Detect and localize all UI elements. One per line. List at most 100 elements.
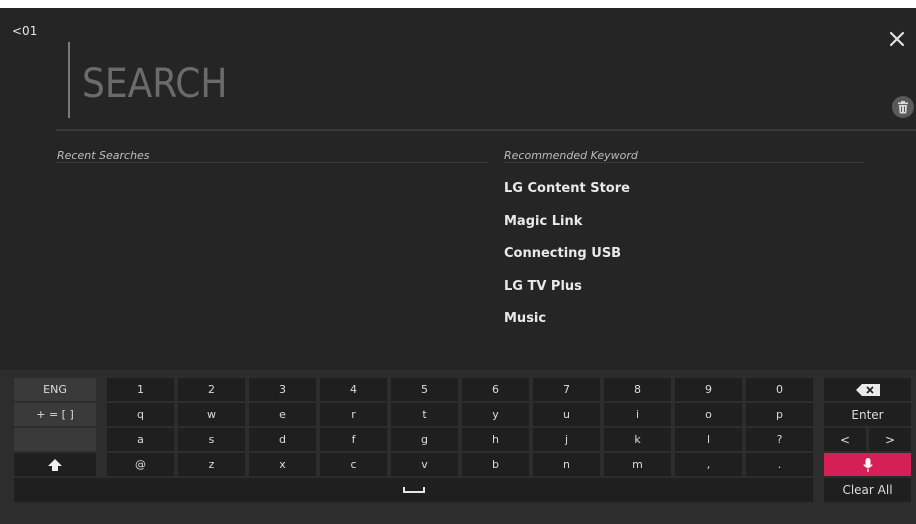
search-input[interactable] (80, 60, 584, 108)
key-o[interactable]: o (675, 403, 742, 426)
key-label: a (137, 433, 144, 446)
key-label: , (706, 458, 711, 471)
key-label: l (706, 433, 711, 446)
key-0[interactable]: 0 (746, 378, 813, 401)
key-8[interactable]: 8 (604, 378, 671, 401)
left-arrow-label: < (839, 432, 851, 447)
backspace-key[interactable] (824, 378, 911, 401)
key-2[interactable]: 2 (178, 378, 245, 401)
key-z[interactable]: z (178, 453, 245, 476)
key-f[interactable]: f (320, 428, 387, 451)
key-x[interactable]: x (249, 453, 316, 476)
enter-label: Enter (851, 407, 884, 422)
cursor-right-key[interactable]: > (869, 428, 911, 451)
key-label: b (492, 458, 499, 471)
key-label: @ (135, 458, 146, 471)
shift-arrow-icon (48, 458, 62, 471)
key-label: 7 (563, 383, 570, 396)
key-u[interactable]: u (533, 403, 600, 426)
key-label: g (421, 433, 428, 446)
key-label: w (207, 408, 216, 421)
key-label: 1 (137, 383, 144, 396)
clear-all-key[interactable]: Clear All (824, 478, 911, 502)
microphone-icon (862, 457, 873, 472)
clear-all-label: Clear All (842, 483, 893, 497)
key-h[interactable]: h (462, 428, 529, 451)
key-9[interactable]: 9 (675, 378, 742, 401)
key-label: m (632, 458, 643, 471)
trash-icon (898, 100, 908, 113)
key-label: p (776, 408, 783, 421)
enter-key[interactable]: Enter (824, 403, 911, 426)
keyword-item[interactable]: Magic Link (504, 212, 630, 245)
language-label: ENG (43, 383, 67, 396)
key-label: z (208, 458, 215, 471)
key-b[interactable]: b (462, 453, 529, 476)
key-g[interactable]: g (391, 428, 458, 451)
key-7[interactable]: 7 (533, 378, 600, 401)
keyword-item[interactable]: Music (504, 309, 630, 342)
key-i[interactable]: i (604, 403, 671, 426)
search-underline (56, 129, 916, 131)
key-k[interactable]: k (604, 428, 671, 451)
search-screen: <01 Recent Searches Recommended Keyword (0, 8, 916, 524)
key-label: o (705, 408, 712, 421)
search-field-area (68, 42, 888, 128)
key-a[interactable]: a (107, 428, 174, 451)
key-label: d (279, 433, 286, 446)
key-question[interactable]: ? (746, 428, 813, 451)
blank-key (14, 428, 96, 451)
key-at[interactable]: @ (107, 453, 174, 476)
key-s[interactable]: s (178, 428, 245, 451)
key-q[interactable]: q (107, 403, 174, 426)
key-r[interactable]: r (320, 403, 387, 426)
onscreen-keyboard: ENG + = [ ] 1 2 3 4 5 6 7 8 9 0 q w e r … (0, 370, 916, 524)
keyword-item[interactable]: LG TV Plus (504, 277, 630, 310)
key-d[interactable]: d (249, 428, 316, 451)
key-label: 5 (421, 383, 428, 396)
key-label: t (422, 408, 427, 421)
language-key[interactable]: ENG (14, 378, 96, 401)
key-4[interactable]: 4 (320, 378, 387, 401)
symbols-key[interactable]: + = [ ] (14, 403, 96, 426)
channel-indicator: <01 (12, 24, 38, 38)
space-key[interactable] (14, 478, 813, 502)
key-p[interactable]: p (746, 403, 813, 426)
key-e[interactable]: e (249, 403, 316, 426)
key-c[interactable]: c (320, 453, 387, 476)
keyword-item[interactable]: Connecting USB (504, 244, 630, 277)
key-period[interactable]: . (746, 453, 813, 476)
key-label: n (563, 458, 570, 471)
cursor-left-key[interactable]: < (824, 428, 866, 451)
recommended-keyword-list: LG Content Store Magic Link Connecting U… (504, 179, 630, 342)
recent-searches-title: Recent Searches (57, 149, 150, 162)
key-1[interactable]: 1 (107, 378, 174, 401)
key-label: f (351, 433, 356, 446)
recommended-keyword-title: Recommended Keyword (504, 149, 638, 162)
shift-key[interactable] (14, 453, 96, 476)
key-w[interactable]: w (178, 403, 245, 426)
key-label: 8 (634, 383, 641, 396)
recommended-divider (504, 162, 864, 163)
key-comma[interactable]: , (675, 453, 742, 476)
delete-history-button[interactable] (892, 96, 914, 118)
key-6[interactable]: 6 (462, 378, 529, 401)
key-label: h (492, 433, 499, 446)
key-label: x (279, 458, 286, 471)
key-y[interactable]: y (462, 403, 529, 426)
key-j[interactable]: j (533, 428, 600, 451)
key-5[interactable]: 5 (391, 378, 458, 401)
key-label: 9 (705, 383, 712, 396)
key-m[interactable]: m (604, 453, 671, 476)
keyword-item[interactable]: LG Content Store (504, 179, 630, 212)
key-3[interactable]: 3 (249, 378, 316, 401)
close-button[interactable] (886, 28, 908, 50)
key-l[interactable]: l (675, 428, 742, 451)
key-label: s (208, 433, 215, 446)
key-n[interactable]: n (533, 453, 600, 476)
key-v[interactable]: v (391, 453, 458, 476)
voice-search-key[interactable] (824, 453, 911, 476)
key-t[interactable]: t (391, 403, 458, 426)
key-label: . (777, 458, 782, 471)
key-label: 2 (208, 383, 215, 396)
